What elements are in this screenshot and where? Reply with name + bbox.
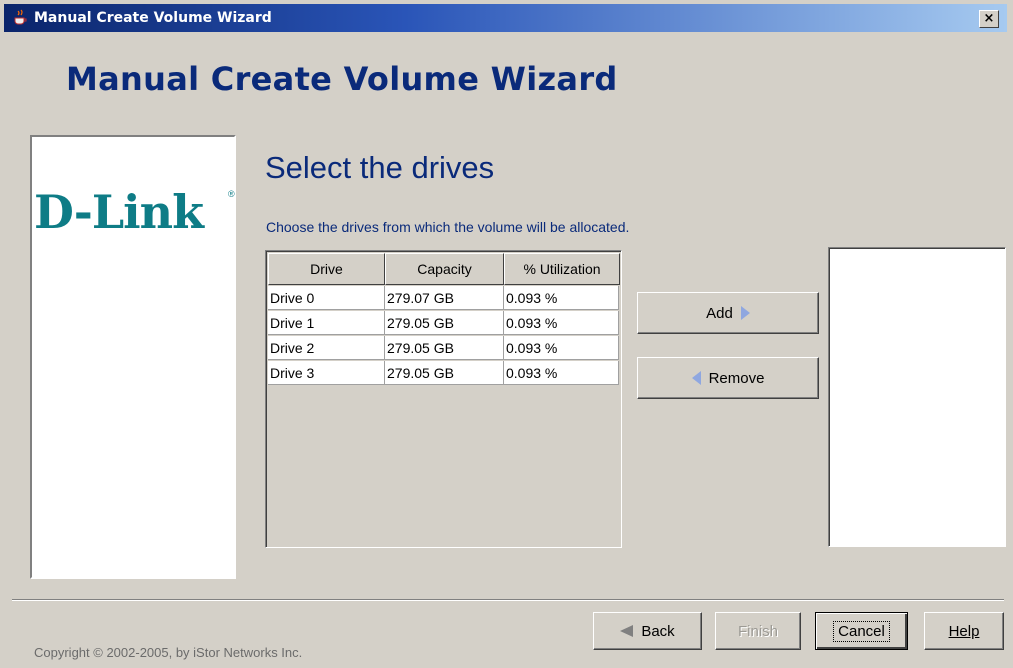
cell-capacity: 279.05 GB [385, 311, 504, 335]
window-title: Manual Create Volume Wizard [34, 10, 272, 26]
copyright-text: Copyright © 2002-2005, by iStor Networks… [34, 645, 303, 660]
remove-button-label: Remove [708, 369, 765, 387]
column-header-capacity[interactable]: Capacity [385, 253, 504, 285]
back-button-label: Back [641, 622, 675, 640]
arrow-right-icon [740, 306, 750, 320]
remove-button[interactable]: Remove [637, 357, 819, 399]
wizard-window: Manual Create Volume Wizard × Manual Cre… [0, 0, 1013, 668]
cell-capacity: 279.05 GB [385, 336, 504, 360]
table-row[interactable]: Drive 3 279.05 GB 0.093 % [268, 361, 619, 386]
cell-drive: Drive 0 [268, 286, 385, 310]
finish-button[interactable]: Finish [715, 612, 801, 650]
available-drives-table[interactable]: Drive Capacity % Utilization Drive 0 279… [265, 250, 622, 548]
dlink-logo: D-Link [34, 185, 204, 239]
cell-utilization: 0.093 % [504, 361, 619, 385]
help-button-label: Help [948, 622, 980, 640]
arrow-left-icon [691, 371, 701, 385]
table-row[interactable]: Drive 1 279.05 GB 0.093 % [268, 311, 619, 336]
cancel-button[interactable]: Cancel [815, 612, 908, 650]
logo-panel: D-Link ® [30, 135, 236, 579]
cell-drive: Drive 3 [268, 361, 385, 385]
cancel-button-label: Cancel [833, 620, 890, 642]
column-header-utilization[interactable]: % Utilization [504, 253, 620, 285]
cell-utilization: 0.093 % [504, 336, 619, 360]
close-icon: × [983, 11, 995, 26]
registered-mark: ® [228, 189, 235, 199]
cell-capacity: 279.07 GB [385, 286, 504, 310]
add-button[interactable]: Add [637, 292, 819, 334]
footer-divider [12, 599, 1004, 601]
add-button-label: Add [706, 304, 733, 322]
selected-drives-list[interactable] [828, 247, 1006, 547]
cell-drive: Drive 1 [268, 311, 385, 335]
step-instruction: Choose the drives from which the volume … [266, 219, 630, 235]
column-header-drive[interactable]: Drive [268, 253, 385, 285]
finish-button-label: Finish [737, 622, 778, 640]
cell-utilization: 0.093 % [504, 286, 619, 310]
java-cup-icon [14, 9, 27, 25]
close-button[interactable]: × [979, 10, 999, 28]
cell-drive: Drive 2 [268, 336, 385, 360]
cell-utilization: 0.093 % [504, 311, 619, 335]
back-button[interactable]: Back [593, 612, 702, 650]
table-row[interactable]: Drive 0 279.07 GB 0.093 % [268, 286, 619, 311]
help-button[interactable]: Help [924, 612, 1004, 650]
table-row[interactable]: Drive 2 279.05 GB 0.093 % [268, 336, 619, 361]
cell-capacity: 279.05 GB [385, 361, 504, 385]
step-title: Select the drives [265, 150, 495, 185]
title-bar[interactable]: Manual Create Volume Wizard × [4, 4, 1007, 32]
wizard-heading: Manual Create Volume Wizard [66, 60, 618, 98]
back-arrow-icon [620, 625, 634, 637]
